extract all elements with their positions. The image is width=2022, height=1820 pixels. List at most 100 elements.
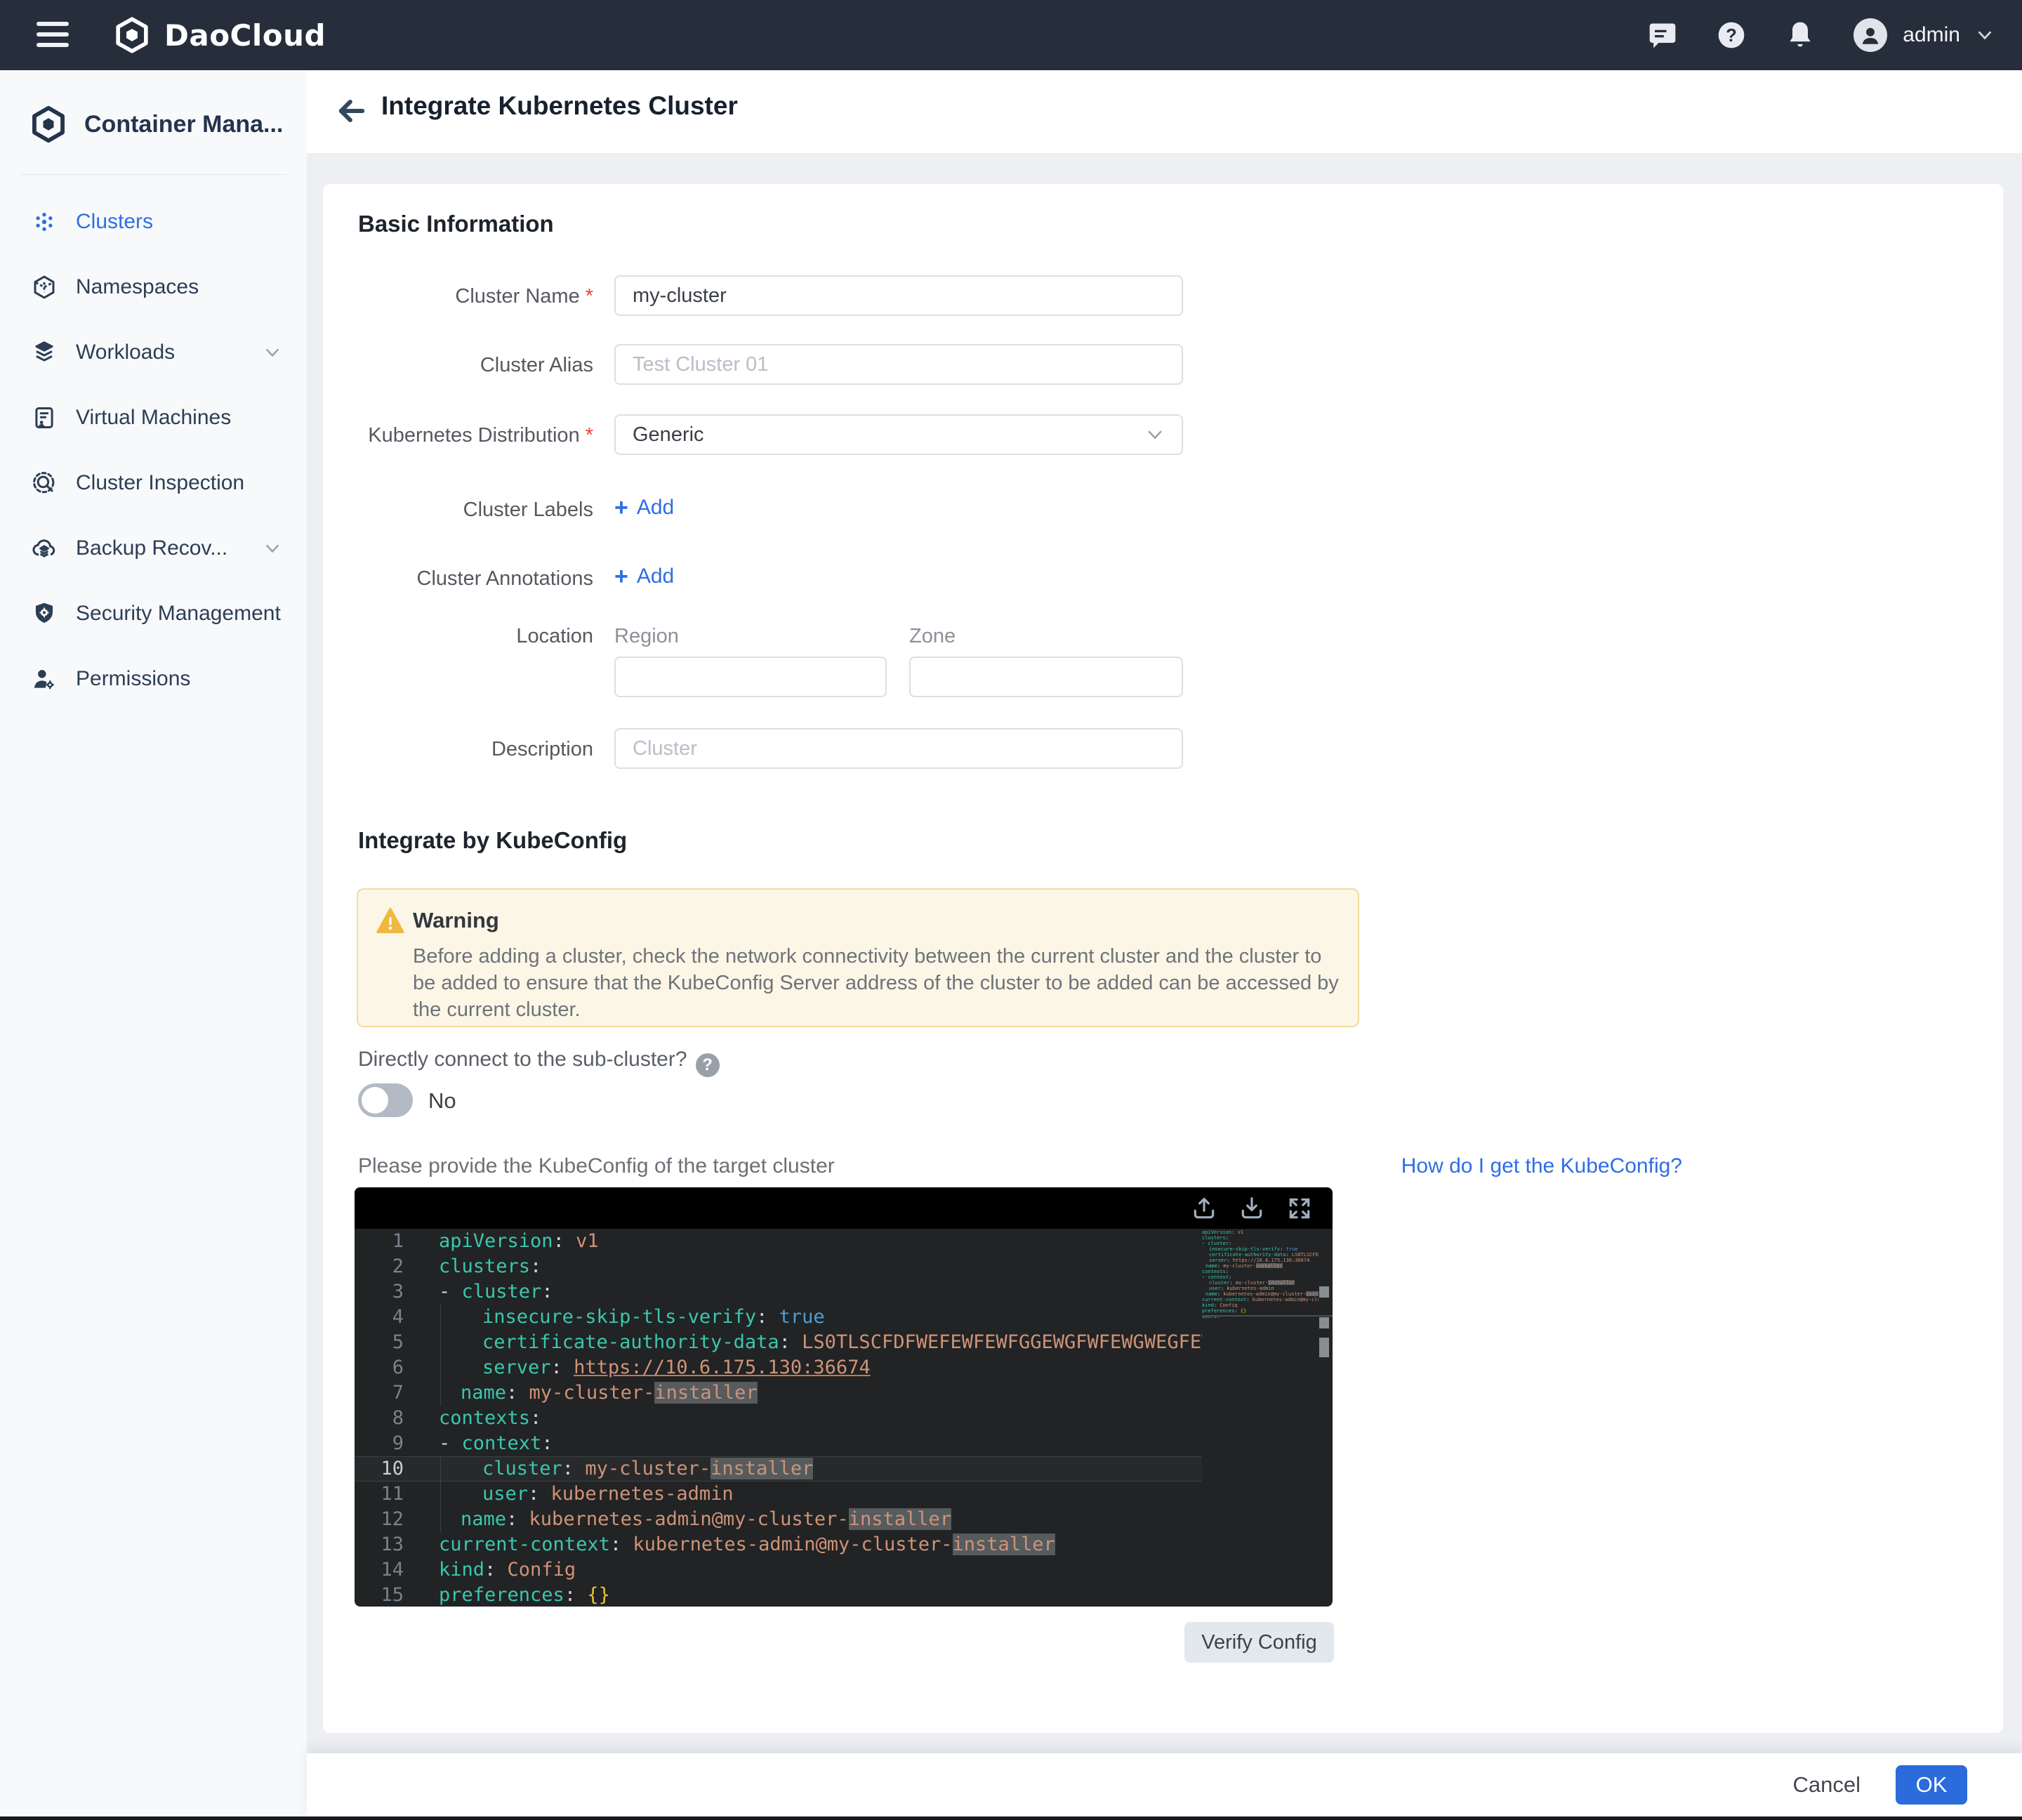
sidebar-item-security-management[interactable]: Security Management (0, 581, 307, 646)
brand-logo[interactable]: DaoCloud (112, 15, 326, 55)
minimap-line: current-context: kubernetes-admin@my-clu… (1202, 1296, 1319, 1302)
code-line-3[interactable]: 3- cluster: (355, 1279, 1202, 1305)
code-text: server: https://10.6.175.130:36674 (439, 1355, 871, 1380)
messages-icon[interactable] (1647, 20, 1678, 51)
warning-triangle-icon (376, 908, 404, 933)
line-number: 11 (355, 1482, 404, 1507)
product-switcher[interactable]: Container Mana... (0, 70, 307, 145)
kubeconfig-provide-label: Please provide the KubeConfig of the tar… (358, 1154, 835, 1178)
code-line-6[interactable]: 6 server: https://10.6.175.130:36674 (355, 1355, 1202, 1380)
sidebar-item-namespaces[interactable]: Namespaces (0, 254, 307, 319)
editor-scrollbar[interactable] (1319, 1229, 1329, 1607)
editor-minimap[interactable]: apiVersion: v1clusters:- cluster:insecur… (1202, 1229, 1319, 1607)
direct-connect-question: Directly connect to the sub-cluster?? (358, 1048, 720, 1077)
upload-icon[interactable] (1191, 1195, 1217, 1222)
kubernetes-distribution-select[interactable]: Generic (614, 414, 1183, 455)
editor-toolbar (355, 1187, 1333, 1229)
page-header: Integrate Kubernetes Cluster (307, 70, 2022, 153)
permissions-icon (31, 666, 58, 692)
svg-text:?: ? (1726, 26, 1737, 46)
code-line-12[interactable]: 12 name: kubernetes-admin@my-cluster-inst… (355, 1507, 1202, 1532)
window-bottom-edge (0, 1816, 2022, 1820)
minimap-line: contexts: (1202, 1268, 1319, 1274)
code-line-9[interactable]: 9- context: (355, 1431, 1202, 1456)
code-line-13[interactable]: 13current-context: kubernetes-admin@my-c… (355, 1532, 1202, 1557)
region-input[interactable] (614, 657, 887, 697)
code-line-11[interactable]: 11 user: kubernetes-admin (355, 1482, 1202, 1507)
cluster-inspection-icon (31, 470, 58, 496)
action-footer: Cancel OK (307, 1753, 2022, 1816)
sidebar-item-label: Workloads (76, 341, 175, 364)
code-text: name: kubernetes-admin@my-cluster-instal… (439, 1507, 951, 1532)
security-management-icon (31, 600, 58, 627)
cluster-name-input[interactable] (614, 275, 1183, 316)
code-line-5[interactable]: 5certificate-authority-data: LS0TLSCFDFW… (355, 1330, 1202, 1355)
sidebar-item-permissions[interactable]: Permissions (0, 646, 307, 711)
code-text: insecure-skip-tls-verify: true (439, 1305, 825, 1330)
minimap-line: name: my-cluster-installer (1202, 1262, 1319, 1268)
kubeconfig-code-editor[interactable]: 1apiVersion: v12clusters:3- cluster:4ins… (355, 1187, 1333, 1607)
sidebar-item-clusters[interactable]: Clusters (0, 189, 307, 254)
scrollbar-mark (1319, 1338, 1329, 1357)
code-line-15[interactable]: 15 preferences: {} (355, 1583, 1202, 1607)
toggle-state-label: No (428, 1088, 456, 1114)
zone-input[interactable] (909, 657, 1183, 697)
username: admin (1903, 23, 1960, 47)
sidebar-item-cluster-inspection[interactable]: Cluster Inspection (0, 450, 307, 515)
line-number: 12 (355, 1507, 404, 1532)
ok-button[interactable]: OK (1896, 1765, 1967, 1805)
code-line-10[interactable]: 10cluster: my-cluster-installer (355, 1456, 1202, 1482)
menu-hamburger-icon[interactable] (37, 22, 69, 48)
code-line-8[interactable]: 8contexts: (355, 1406, 1202, 1431)
plus-icon: + (614, 496, 628, 520)
help-icon[interactable]: ? (1716, 20, 1747, 51)
required-asterisk: * (586, 424, 593, 447)
code-line-4[interactable]: 4insecure-skip-tls-verify: true (355, 1305, 1202, 1330)
add-cluster-label-button[interactable]: +Add (614, 496, 674, 520)
code-text: - context: (439, 1431, 553, 1456)
user-menu[interactable]: admin (1853, 18, 1994, 52)
code-line-7[interactable]: 7name: my-cluster-installer (355, 1380, 1202, 1406)
cluster-alias-input[interactable] (614, 344, 1183, 385)
description-input[interactable] (614, 728, 1183, 769)
code-line-14[interactable]: 14kind: Config (355, 1557, 1202, 1583)
daocloud-logo-icon (112, 15, 152, 55)
code-area[interactable]: 1apiVersion: v12clusters:3- cluster:4ins… (355, 1229, 1333, 1607)
back-arrow-icon[interactable] (333, 93, 370, 129)
code-text: user: kubernetes-admin (439, 1482, 734, 1507)
sidebar-item-workloads[interactable]: Workloads (0, 319, 307, 385)
brand-name: DaoCloud (164, 18, 326, 53)
cancel-button[interactable]: Cancel (1793, 1767, 1861, 1802)
minimap-line: insecure-skip-tls-verify: true (1202, 1246, 1319, 1251)
code-text: preferences: {} (439, 1583, 610, 1607)
indent-guide (440, 1457, 441, 1481)
notifications-bell-icon[interactable] (1785, 20, 1816, 51)
minimap-line: kind: Config (1202, 1302, 1319, 1307)
minimap-line: clusters: (1202, 1234, 1319, 1240)
add-cluster-annotation-button[interactable]: +Add (614, 565, 674, 588)
download-icon[interactable] (1238, 1195, 1265, 1222)
direct-connect-toggle[interactable] (358, 1083, 413, 1117)
sidebar-item-virtual-machines[interactable]: Virtual Machines (0, 385, 307, 450)
warning-alert: Warning Before adding a cluster, check t… (357, 888, 1359, 1027)
kubeconfig-help-link[interactable]: How do I get the KubeConfig? (1401, 1154, 1682, 1178)
namespaces-icon (31, 274, 58, 301)
indent-guide (440, 1330, 441, 1355)
code-line-2[interactable]: 2clusters: (355, 1254, 1202, 1279)
verify-config-button[interactable]: Verify Config (1184, 1622, 1334, 1663)
minimap-viewport-indicator (1202, 1315, 1333, 1317)
form-card: Basic Information Cluster Name* Cluster … (323, 184, 2003, 1733)
section-basic-information: Basic Information (358, 211, 554, 237)
code-line-1[interactable]: 1apiVersion: v1 (355, 1229, 1202, 1254)
fullscreen-icon[interactable] (1286, 1195, 1313, 1222)
sidebar-item-backup-recov[interactable]: Backup Recov... (0, 515, 307, 581)
code-text: kind: Config (439, 1557, 576, 1583)
plus-icon: + (614, 565, 628, 588)
line-number: 15 (355, 1583, 404, 1607)
top-navigation-bar: DaoCloud ? admin (0, 0, 2022, 70)
region-label: Region (614, 625, 679, 648)
help-circle-icon[interactable]: ? (696, 1053, 720, 1077)
line-number: 6 (355, 1355, 404, 1380)
cluster-name-label: Cluster Name* (323, 285, 593, 308)
minimap-line: user: kubernetes-admin (1202, 1285, 1319, 1291)
